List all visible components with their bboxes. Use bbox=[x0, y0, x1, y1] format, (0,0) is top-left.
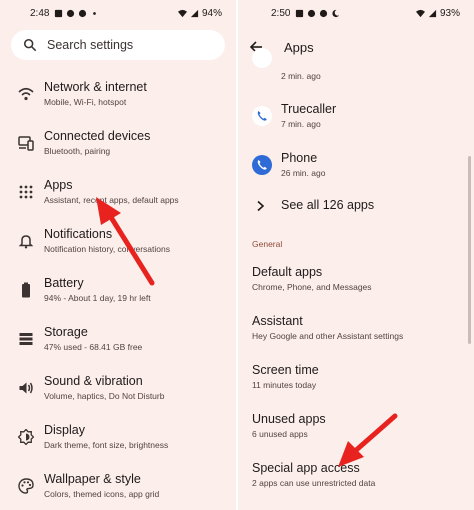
section-header-general: General bbox=[252, 239, 283, 249]
notification-icon bbox=[296, 9, 304, 17]
pref-subtitle: Hey Google and other Assistant settings bbox=[252, 331, 404, 341]
see-all-label: See all 126 apps bbox=[281, 198, 375, 212]
status-time: 2:48 bbox=[30, 7, 50, 19]
phone-status-icon bbox=[79, 9, 87, 17]
apps-screen: 2:50 93% Apps 2 min. ago Truecaller 7 min… bbox=[238, 0, 474, 510]
setting-title: Network & internet bbox=[44, 80, 147, 94]
pref-title: Assistant bbox=[252, 314, 303, 328]
status-time: 2:50 bbox=[271, 7, 291, 19]
setting-subtitle: Dark theme, font size, brightness bbox=[44, 440, 169, 450]
connected-devices-icon bbox=[18, 136, 34, 151]
recent-app-item[interactable]: 2 min. ago bbox=[238, 48, 474, 94]
setting-title: Connected devices bbox=[44, 129, 151, 143]
apps-grid-icon bbox=[19, 185, 33, 199]
bell-icon bbox=[18, 235, 34, 249]
recent-app-name: Truecaller bbox=[281, 102, 337, 116]
pref-unused-apps[interactable]: Unused apps 6 unused apps bbox=[252, 412, 464, 452]
search-placeholder: Search settings bbox=[47, 38, 134, 52]
setting-battery[interactable]: Battery 94% - About 1 day, 19 hr left bbox=[0, 272, 236, 316]
pref-title: Special app access bbox=[252, 461, 360, 475]
dot-icon bbox=[93, 11, 97, 15]
recent-app-truecaller[interactable]: Truecaller 7 min. ago bbox=[238, 100, 474, 142]
recent-app-name: Phone bbox=[281, 151, 318, 165]
setting-subtitle: Mobile, Wi-Fi, hotspot bbox=[44, 97, 127, 107]
brightness-icon bbox=[18, 429, 34, 445]
setting-connected-devices[interactable]: Connected devices Bluetooth, pairing bbox=[0, 125, 236, 169]
setting-display[interactable]: Display Dark theme, font size, brightness bbox=[0, 419, 236, 463]
recent-app-time: 7 min. ago bbox=[281, 119, 321, 129]
status-bar: 2:48 94% bbox=[0, 0, 236, 26]
pref-subtitle: Chrome, Phone, and Messages bbox=[252, 282, 372, 292]
wifi-status-icon bbox=[177, 9, 187, 17]
pref-screen-time[interactable]: Screen time 11 minutes today bbox=[252, 363, 464, 403]
setting-subtitle: 94% - About 1 day, 19 hr left bbox=[44, 293, 151, 303]
setting-sound-vibration[interactable]: Sound & vibration Volume, haptics, Do Not… bbox=[0, 370, 236, 414]
setting-subtitle: 47% used - 68.41 GB free bbox=[44, 342, 143, 352]
phone-icon bbox=[252, 155, 272, 175]
setting-title: Notifications bbox=[44, 227, 113, 241]
search-icon bbox=[23, 38, 37, 52]
chevron-right-icon bbox=[257, 200, 265, 212]
notification-icon bbox=[55, 9, 63, 17]
setting-network-internet[interactable]: Network & internet Mobile, Wi-Fi, hotspot bbox=[0, 76, 236, 120]
pref-subtitle: 6 unused apps bbox=[252, 429, 308, 439]
storage-icon bbox=[19, 333, 33, 345]
pref-title: Screen time bbox=[252, 363, 319, 377]
moon-icon bbox=[332, 9, 340, 17]
recent-app-time: 26 min. ago bbox=[281, 168, 326, 178]
settings-screen: 2:48 94% Search settings Network & inter… bbox=[0, 0, 236, 510]
setting-title: Wallpaper & style bbox=[44, 472, 141, 486]
whatsapp-icon bbox=[67, 9, 75, 17]
setting-title: Battery bbox=[44, 276, 84, 290]
setting-title: Display bbox=[44, 423, 85, 437]
truecaller-icon bbox=[252, 106, 272, 126]
battery-percent: 94% bbox=[201, 7, 222, 19]
setting-title: Storage bbox=[44, 325, 88, 339]
pref-assistant[interactable]: Assistant Hey Google and other Assistant… bbox=[252, 314, 464, 354]
scrollbar[interactable] bbox=[468, 156, 471, 344]
battery-icon bbox=[22, 282, 30, 298]
app-icon bbox=[252, 48, 272, 68]
pref-title: Unused apps bbox=[252, 412, 326, 426]
setting-apps[interactable]: Apps Assistant, recent apps, default apps bbox=[0, 174, 236, 218]
setting-title: Sound & vibration bbox=[44, 374, 143, 388]
pref-subtitle: 2 apps can use unrestricted data bbox=[252, 478, 376, 488]
pref-default-apps[interactable]: Default apps Chrome, Phone, and Messages bbox=[252, 265, 464, 305]
setting-wallpaper-style[interactable]: Wallpaper & style Colors, themed icons, a… bbox=[0, 468, 236, 510]
recent-app-phone[interactable]: Phone 26 min. ago bbox=[238, 149, 474, 191]
battery-percent: 93% bbox=[439, 7, 460, 19]
wifi-status-icon bbox=[415, 9, 425, 17]
status-bar: 2:50 93% bbox=[238, 0, 474, 26]
setting-subtitle: Bluetooth, pairing bbox=[44, 146, 111, 156]
setting-title: Apps bbox=[44, 178, 73, 192]
setting-notifications[interactable]: Notifications Notification history, conve… bbox=[0, 223, 236, 267]
pref-special-app-access[interactable]: Special app access 2 apps can use unrest… bbox=[252, 461, 464, 501]
signal-icon bbox=[190, 9, 199, 17]
setting-storage[interactable]: Storage 47% used - 68.41 GB free bbox=[0, 321, 236, 365]
whatsapp-icon bbox=[308, 9, 316, 17]
signal-icon bbox=[428, 9, 437, 17]
search-settings-bar[interactable]: Search settings bbox=[11, 30, 225, 60]
volume-icon bbox=[19, 382, 33, 394]
wifi-icon bbox=[18, 87, 34, 101]
setting-subtitle: Notification history, conversations bbox=[44, 244, 170, 254]
recent-app-time: 2 min. ago bbox=[281, 71, 321, 81]
see-all-apps-button[interactable]: See all 126 apps bbox=[238, 196, 474, 218]
setting-subtitle: Colors, themed icons, app grid bbox=[44, 489, 160, 499]
setting-subtitle: Assistant, recent apps, default apps bbox=[44, 195, 179, 205]
palette-icon bbox=[18, 478, 34, 494]
setting-subtitle: Volume, haptics, Do Not Disturb bbox=[44, 391, 165, 401]
pref-title: Default apps bbox=[252, 265, 323, 279]
pref-subtitle: 11 minutes today bbox=[252, 380, 317, 390]
phone-status-icon bbox=[320, 9, 328, 17]
